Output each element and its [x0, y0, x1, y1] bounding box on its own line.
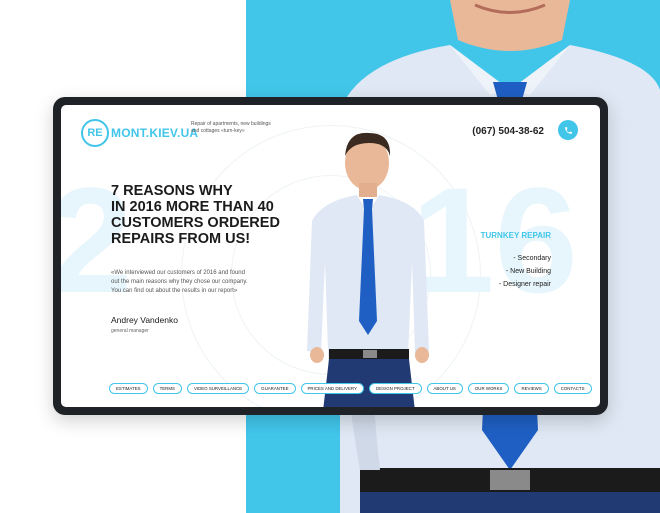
- phone-icon: [564, 126, 572, 134]
- site-tagline: Repair of apartments, new buildings and …: [191, 121, 271, 134]
- website-screen: 2 16 RE MONT.KIEV.UA Repair of apartment…: [61, 105, 600, 407]
- logo-badge: RE: [81, 119, 109, 147]
- monitor-frame: 2 16 RE MONT.KIEV.UA Repair of apartment…: [53, 97, 608, 415]
- call-button[interactable]: [558, 120, 578, 140]
- nav-about-us[interactable]: ABOUT US: [426, 383, 463, 394]
- phone-number[interactable]: (067) 504-38-62: [472, 126, 544, 137]
- site-logo[interactable]: RE MONT.KIEV.UA: [81, 119, 198, 147]
- nav-terms[interactable]: TERMS: [152, 383, 182, 394]
- logo-text: MONT.KIEV.UA: [111, 126, 199, 140]
- nav-video-surveillance[interactable]: VIDEO SURVEILLANCE: [186, 383, 250, 394]
- nav-reviews[interactable]: REVIEWS: [514, 383, 549, 394]
- turnkey-item-designer-repair[interactable]: - Designer repair: [499, 278, 551, 291]
- turnkey-repair-list: - Secondary - New Building - Designer re…: [499, 252, 551, 291]
- nav-prices-and-delivery[interactable]: PRICES AND DELIVERY: [300, 383, 364, 394]
- nav-guarantee[interactable]: GUARANTEE: [254, 383, 296, 394]
- turnkey-repair-title[interactable]: TURNKEY REPAIR: [481, 231, 551, 240]
- nav-design-project[interactable]: DESIGN PROJECT: [368, 383, 422, 394]
- nav-contacts[interactable]: CONTACTS: [553, 383, 592, 394]
- main-navigation: ESTIMATES TERMS VIDEO SURVEILLANCE GUARA…: [109, 383, 592, 394]
- turnkey-item-new-building[interactable]: - New Building: [499, 265, 551, 278]
- presentation-stage: 2 16 RE MONT.KIEV.UA Repair of apartment…: [0, 0, 660, 513]
- turnkey-item-secondary[interactable]: - Secondary: [499, 252, 551, 265]
- manager-photo: [307, 132, 429, 407]
- author-name: Andrey Vandenko: [111, 315, 178, 325]
- author-role: general manager: [111, 328, 149, 334]
- nav-estimates[interactable]: ESTIMATES: [109, 383, 148, 394]
- main-headline: 7 REASONS WHY IN 2016 MORE THAN 40 CUSTO…: [111, 183, 280, 247]
- manager-quote: «We interviewed our customers of 2016 an…: [111, 270, 248, 294]
- nav-our-works[interactable]: OUR WORKS: [467, 383, 510, 394]
